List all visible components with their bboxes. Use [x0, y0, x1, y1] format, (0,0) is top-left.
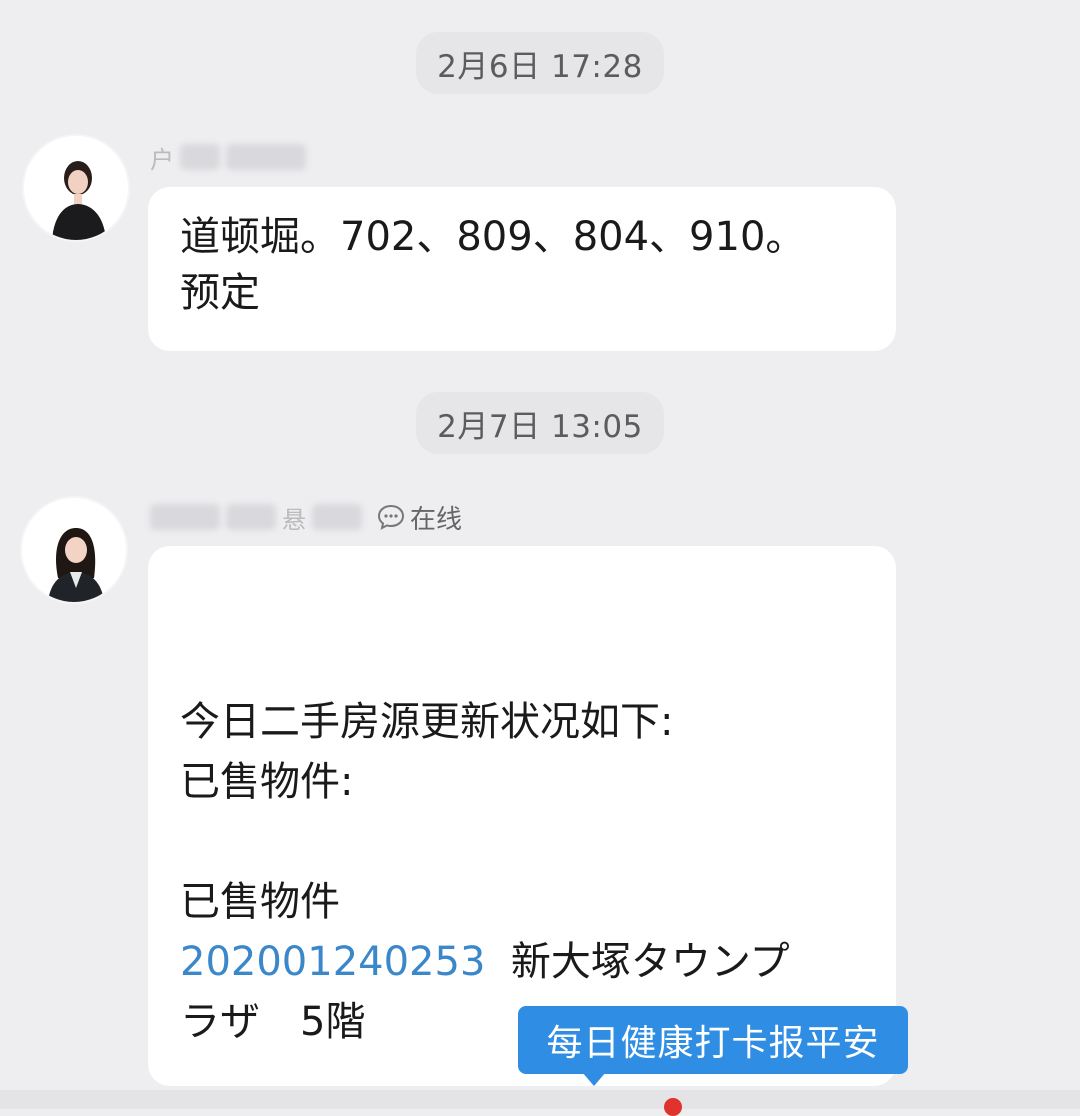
message-line: 已售物件: — [180, 759, 354, 805]
timestamp-2: 2月7日 13:05 — [416, 392, 664, 454]
avatar[interactable] — [24, 136, 128, 240]
sender-name-1: 户 — [150, 140, 306, 174]
avatar[interactable] — [22, 498, 126, 602]
bottom-toolbar — [0, 1090, 1080, 1109]
health-checkin-tooltip[interactable]: 每日健康打卡报平安 — [518, 1006, 908, 1074]
person-avatar-icon — [22, 498, 126, 602]
online-status: 在线 — [376, 499, 462, 536]
message-bubble-1[interactable]: 道顿堀。702、809、804、910。 预定 — [148, 187, 896, 351]
chat-bubble-icon — [377, 504, 405, 530]
message-line-empty — [180, 812, 864, 872]
message-line: 202001240253 新大塚タウンプ — [180, 932, 864, 992]
sender-name-text: 户 — [150, 145, 174, 174]
blurred-name — [150, 504, 220, 530]
blurred-name — [226, 144, 306, 170]
person-avatar-icon — [24, 136, 128, 240]
listing-number-link[interactable]: 202001240253 — [180, 939, 485, 985]
message-line: 今日二手房源更新状况如下: — [180, 699, 674, 745]
message-line: 已售物件 — [180, 879, 340, 925]
listing-name-text: 新大塚タウンプ — [485, 939, 790, 985]
message-bubble-2[interactable]: 今日二手房源更新状况如下: 已售物件: 已售物件 202001240253 新大… — [148, 546, 896, 1086]
message-line: 道顿堀。702、809、804、910。 — [180, 214, 806, 260]
online-status-label: 在线 — [410, 504, 463, 535]
message-line: 预定 — [180, 270, 260, 316]
sender-name-2: 悬 在线 — [150, 499, 462, 536]
blurred-name — [180, 144, 220, 170]
timestamp-1: 2月6日 17:28 — [416, 32, 664, 94]
blurred-name — [312, 504, 362, 530]
blurred-name — [226, 504, 276, 530]
notification-badge — [664, 1098, 682, 1116]
sender-name-text: 悬 — [282, 505, 306, 534]
tooltip-arrow — [582, 1072, 606, 1086]
